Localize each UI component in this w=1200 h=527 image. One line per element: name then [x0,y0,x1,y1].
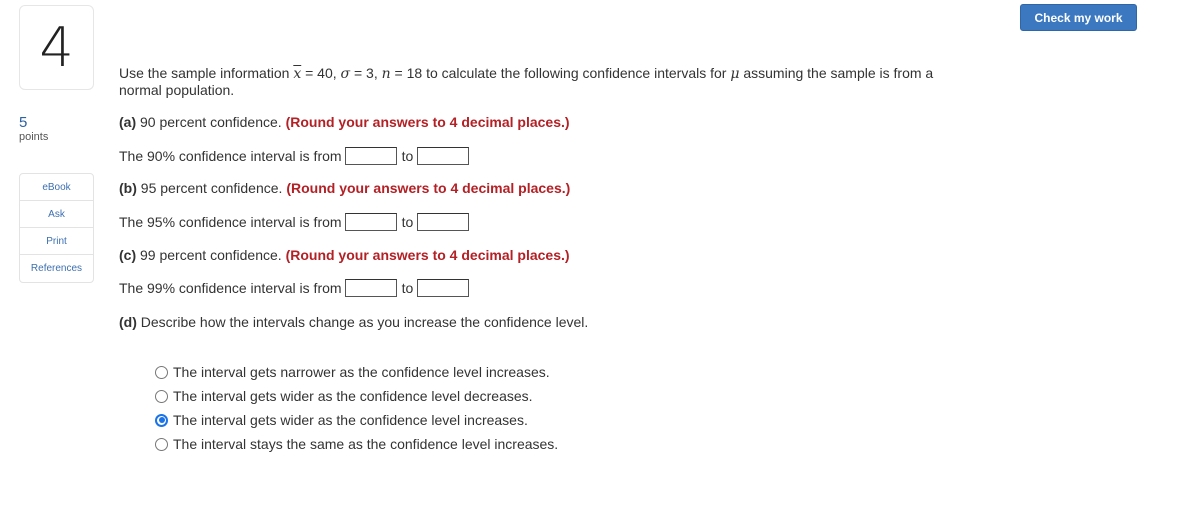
points-value: 5 [19,114,28,131]
radio-button[interactable] [155,413,168,427]
part-b-interval-label: The 95% confidence interval is from [119,214,342,230]
option-wider-increases[interactable]: The interval gets wider as the confidenc… [155,408,558,432]
part-b-to-label: to [401,214,414,230]
side-menu: eBook Ask Print References [19,173,94,283]
part-c-instruction: (Round your answers to 4 decimal places.… [285,247,570,263]
references-button[interactable]: References [20,255,93,282]
part-b-letter: (b) [119,180,137,196]
part-d-options: The interval gets narrower as the confid… [155,360,558,456]
part-d-letter: (d) [119,314,137,330]
question-number-box: 4 [19,5,94,90]
part-a-lower-input[interactable] [344,147,397,165]
part-a-interval-label: The 90% confidence interval is from [119,148,342,164]
part-b-lower-input[interactable] [344,213,397,231]
part-d-heading: (d) Describe how the intervals change as… [119,314,588,330]
part-a-heading: (a) 90 percent confidence. (Round your a… [119,114,570,130]
ebook-button[interactable]: eBook [20,174,93,201]
part-b-text: 95 percent confidence. [136,180,287,196]
part-c-lower-input[interactable] [344,279,397,297]
part-c-heading: (c) 99 percent confidence. (Round your a… [119,247,570,263]
option-narrower-increases[interactable]: The interval gets narrower as the confid… [155,360,558,384]
radio-button[interactable] [155,389,168,403]
part-a-upper-input[interactable] [417,147,470,165]
print-button[interactable]: Print [20,228,93,255]
part-a-letter: (a) [119,114,137,130]
part-a-interval: The 90% confidence interval is from to [119,147,470,165]
option-label: The interval gets wider as the confidenc… [173,388,533,404]
points-label: points [19,131,49,143]
part-b-interval: The 95% confidence interval is from to [119,213,470,231]
part-c-to-label: to [401,280,414,296]
option-label: The interval stays the same as the confi… [173,436,559,452]
sigma-symbol: σ [340,66,351,82]
question-number: 4 [39,16,74,79]
part-c-upper-input[interactable] [417,279,470,297]
question-prompt: Use the sample information x = 40, σ = 3… [119,65,979,98]
xbar-value: = 40, [301,65,341,81]
part-b-heading: (b) 95 percent confidence. (Round your a… [119,180,570,196]
prompt-prefix: Use the sample information [119,65,294,81]
part-c-letter: (c) [119,247,137,263]
option-label: The interval gets narrower as the confid… [173,364,550,380]
check-my-work-button[interactable]: Check my work [1020,4,1137,31]
option-wider-decreases[interactable]: The interval gets wider as the confidenc… [155,384,558,408]
part-d-text: Describe how the intervals change as you… [136,314,589,330]
radio-button[interactable] [155,437,168,451]
ask-button[interactable]: Ask [20,201,93,228]
sigma-value: = 3, [350,65,382,81]
part-b-instruction: (Round your answers to 4 decimal places.… [286,180,571,196]
n-symbol: n [381,66,391,82]
part-c-interval: The 99% confidence interval is from to [119,279,470,297]
option-label: The interval gets wider as the confidenc… [173,412,528,428]
part-a-instruction: (Round your answers to 4 decimal places.… [285,114,570,130]
part-a-to-label: to [401,148,414,164]
radio-button[interactable] [155,365,168,379]
points-indicator: 5 points [19,115,48,145]
option-same-increases[interactable]: The interval stays the same as the confi… [155,432,558,456]
part-a-text: 90 percent confidence. [136,114,286,130]
part-c-text: 99 percent confidence. [136,247,286,263]
n-value: = 18 to calculate the following confiden… [390,65,731,81]
part-c-interval-label: The 99% confidence interval is from [119,280,342,296]
part-b-upper-input[interactable] [417,213,470,231]
